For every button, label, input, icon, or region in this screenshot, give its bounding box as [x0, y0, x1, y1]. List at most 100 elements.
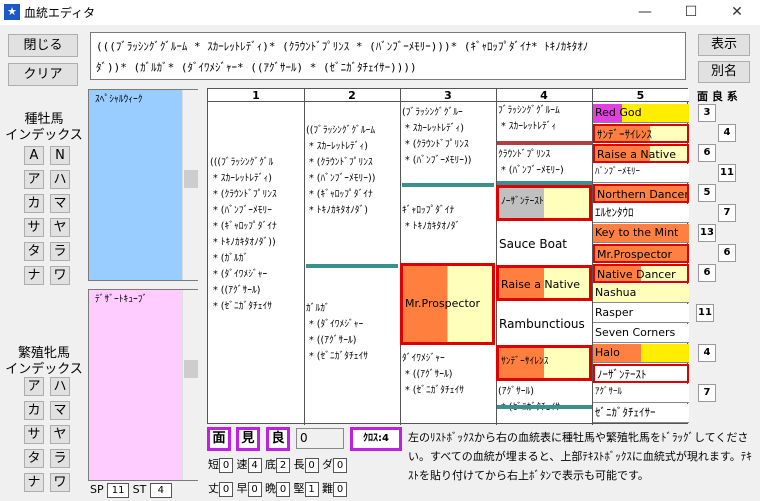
- mare-scrollbar[interactable]: [182, 290, 198, 480]
- kana-button-mare[interactable]: ヤ: [50, 425, 70, 444]
- kana-button-mare[interactable]: カ: [24, 401, 44, 420]
- help-text: 左のﾘｽﾄﾎﾞｯｸｽから右の血統表に種牡馬や繁殖牝馬をﾄﾞﾗｯｸﾞしてください。…: [408, 431, 752, 482]
- sp-value: 11: [107, 483, 130, 498]
- kana-button-sire[interactable]: タ: [24, 242, 44, 261]
- mi-button[interactable]: 見: [236, 427, 260, 451]
- kana-button-sire[interactable]: マ: [50, 194, 70, 213]
- ryo-button[interactable]: 良: [266, 427, 290, 451]
- show-button[interactable]: 表示: [698, 34, 750, 56]
- minimize-icon[interactable]: —: [622, 0, 668, 25]
- kana-button-sire[interactable]: ア: [24, 170, 44, 189]
- kana-button-sire[interactable]: ワ: [50, 266, 70, 285]
- kana-button-mare[interactable]: サ: [24, 425, 44, 444]
- st-value: 4: [149, 483, 172, 498]
- col5-cell[interactable]: Raise a Native: [593, 144, 689, 163]
- sire-index-title: 種牡馬 インデックス: [5, 112, 83, 143]
- col5-cell[interactable]: ｱｸﾞｻｰﾙ: [593, 384, 689, 403]
- col3-highlight-cell[interactable]: Mr.Prospector: [400, 263, 495, 345]
- kana-button-mare[interactable]: ワ: [50, 473, 70, 492]
- stat-value: 0: [333, 458, 347, 473]
- col4-cell-8[interactable]: (ｱｸﾞｻｰﾙ) * (ｾﾞﾆｶﾞﾀﾁｪｲｻ: [498, 384, 592, 418]
- col5-cell[interactable]: ｴﾙｾﾝﾀｳﾛ: [593, 204, 689, 223]
- col5-cell[interactable]: Rasper: [593, 304, 689, 323]
- col2-dam-cell[interactable]: ｶﾞﾙｶﾞ * (ﾀﾞｲﾜﾒｼﾞｬｰ * ((ｱｸﾞｻｰﾙ) * (ｾﾞﾆｶﾞﾀ…: [306, 301, 399, 376]
- kana-button-mare[interactable]: マ: [50, 401, 70, 420]
- col3-cell-b[interactable]: ｷﾞｬﾛｯﾌﾟﾀﾞｲﾅ * ﾄｷﾉｶｷﾀｵﾉﾀﾞ: [402, 203, 495, 243]
- stat-label: 長: [293, 458, 305, 471]
- kana-button-sire[interactable]: サ: [24, 218, 44, 237]
- kana-button-mare[interactable]: ハ: [50, 377, 70, 396]
- kana-button-sire[interactable]: ナ: [24, 266, 44, 285]
- indicator-box: 7: [698, 384, 716, 402]
- title-bar: ★ 血統エディタ — ☐ ✕: [0, 0, 760, 25]
- stat-value: 0: [333, 482, 347, 497]
- col4-highlight-3[interactable]: ｻﾝﾃﾞｰｻｲﾚﾝｽ: [496, 345, 592, 381]
- kana-button-mare[interactable]: ア: [24, 377, 44, 396]
- column-divider: [304, 89, 305, 425]
- col2-sire-cell[interactable]: ((ﾌﾞﾗｯｼﾝｸﾞｸﾞﾙｰﾑ * ｽｶｰﾚｯﾄﾚﾃﾞｨ) * (ｸﾗｳﾝﾄﾞﾌ…: [306, 123, 399, 243]
- kana-button-sire[interactable]: A: [24, 146, 44, 165]
- kana-button-sire[interactable]: ハ: [50, 170, 70, 189]
- pedigree-grid[interactable]: 1 2 3 4 5 (((ﾌﾞﾗｯｼﾝｸﾞｸﾞﾙ * ｽｶｰﾚｯﾄﾚﾃﾞｨ) *…: [207, 88, 689, 425]
- maximize-icon[interactable]: ☐: [668, 0, 714, 25]
- stats-row-1: 短0 速4 底2 長0 ダ0: [208, 456, 404, 473]
- sire-scroll-thumb[interactable]: [184, 170, 198, 188]
- col5-cell[interactable]: Northern Dancer: [593, 184, 689, 203]
- kana-button-sire[interactable]: カ: [24, 194, 44, 213]
- col5-cell[interactable]: Nashua: [593, 284, 689, 303]
- indicator-box: 3: [698, 104, 716, 122]
- col4-cell-2[interactable]: ｸﾗｳﾝﾄﾞﾌﾟﾘﾝｽ * (ﾊﾞﾝﾌﾞｰﾒﾓﾘｰ): [498, 147, 592, 181]
- col5-cell[interactable]: ﾉｰｻﾞﾝﾃｰｽﾄ: [593, 364, 689, 383]
- col3-cell-a[interactable]: (ﾌﾞﾗｯｼﾝｸﾞｸﾞﾙｰ * ｽｶｰﾚｯﾄﾚﾃﾞｨ) * (ｸﾗｳﾝﾄﾞﾌﾟﾘ…: [402, 105, 495, 175]
- formula-textbox[interactable]: (((ﾌﾞﾗｯｼﾝｸﾞｸﾞﾙｰﾑ * ｽｶｰﾚｯﾄﾚﾃﾞｨ)* (ｸﾗｳﾝﾄﾞﾌ…: [90, 32, 686, 80]
- col4-cell-1[interactable]: ﾌﾞﾗｯｼﾝｸﾞｸﾞﾙｰﾑ * ｽｶｰﾚｯﾄﾚﾃﾞｨ: [498, 103, 592, 137]
- col5-cell[interactable]: Seven Corners: [593, 324, 689, 343]
- stat-label: ダ: [322, 458, 333, 471]
- kana-button-mare[interactable]: ナ: [24, 473, 44, 492]
- col3-cell-d[interactable]: ﾀﾞｲﾜﾒｼﾞｬｰ * ((ｱｸﾞｻｰﾙ) * (ｾﾞﾆｶﾞﾀﾁｪｲｻ: [402, 351, 495, 411]
- kana-button-mare[interactable]: ラ: [50, 449, 70, 468]
- cell-divider: [497, 141, 592, 145]
- stats-row-2: 丈0 早0 晩0 堅1 難0: [208, 480, 404, 497]
- stat-value: 0: [247, 482, 262, 497]
- col4-cell-6[interactable]: Rambunctious: [499, 317, 585, 331]
- col5-cell[interactable]: Halo: [593, 344, 689, 363]
- column-header-5: 5: [592, 89, 689, 102]
- col4-highlight-2[interactable]: Raise a Native: [496, 265, 592, 301]
- stat-value: 0: [219, 482, 233, 497]
- close-icon[interactable]: ✕: [714, 0, 760, 25]
- sire-scrollbar[interactable]: [182, 90, 198, 280]
- alias-button[interactable]: 別名: [698, 61, 750, 83]
- stat-label: 丈: [208, 482, 219, 495]
- mare-scroll-thumb[interactable]: [184, 360, 198, 378]
- col4-cell-4[interactable]: Sauce Boat: [499, 237, 567, 251]
- stat-label: 早: [236, 482, 248, 495]
- col5-cell[interactable]: Red God: [593, 104, 689, 123]
- cell-divider: [306, 264, 398, 268]
- sp-label: SP: [90, 483, 104, 496]
- col5-cell[interactable]: ｻﾝﾃﾞｰｻｲﾚﾝｽ: [593, 124, 689, 143]
- indicator-box: 6: [718, 244, 736, 262]
- kana-button-sire[interactable]: ヤ: [50, 218, 70, 237]
- col1-sire-cell[interactable]: (((ﾌﾞﾗｯｼﾝｸﾞｸﾞﾙ * ｽｶｰﾚｯﾄﾚﾃﾞｨ) * (ｸﾗｳﾝﾄﾞﾌﾟ…: [210, 155, 303, 355]
- indicator-box: 4: [718, 124, 736, 142]
- clear-button[interactable]: クリア: [8, 63, 78, 86]
- kana-button-sire[interactable]: ラ: [50, 242, 70, 261]
- col5-cell[interactable]: ﾊﾞﾝﾌﾞｰﾒﾓﾘｰ: [593, 164, 689, 183]
- kana-button-mare[interactable]: タ: [24, 449, 44, 468]
- close-button[interactable]: 閉じる: [8, 34, 78, 57]
- col5-cell[interactable]: Native Dancer: [593, 264, 689, 283]
- col4-highlight-1[interactable]: ﾉｰｻﾞﾝﾃｰｽﾄ: [496, 185, 592, 221]
- kana-button-sire[interactable]: N: [50, 146, 70, 165]
- men-button[interactable]: 面: [207, 427, 231, 451]
- col5-cell[interactable]: Key to the Mint: [593, 224, 689, 243]
- window-title: 血統エディタ: [24, 6, 96, 20]
- col5-cell[interactable]: ｾﾞﾆｶﾞﾀﾁｪｲｻｰ: [593, 404, 689, 423]
- col5-cell[interactable]: Mr.Prospector: [593, 244, 689, 263]
- col4-cell-7: ｻﾝﾃﾞｰｻｲﾚﾝｽ: [501, 356, 549, 367]
- stat-value: 0: [219, 458, 233, 473]
- cell-divider: [402, 183, 494, 187]
- col4-cell-3: ﾉｰｻﾞﾝﾃｰｽﾄ: [501, 196, 544, 207]
- stat-label: 速: [236, 458, 248, 471]
- indicator-box: 4: [698, 344, 716, 362]
